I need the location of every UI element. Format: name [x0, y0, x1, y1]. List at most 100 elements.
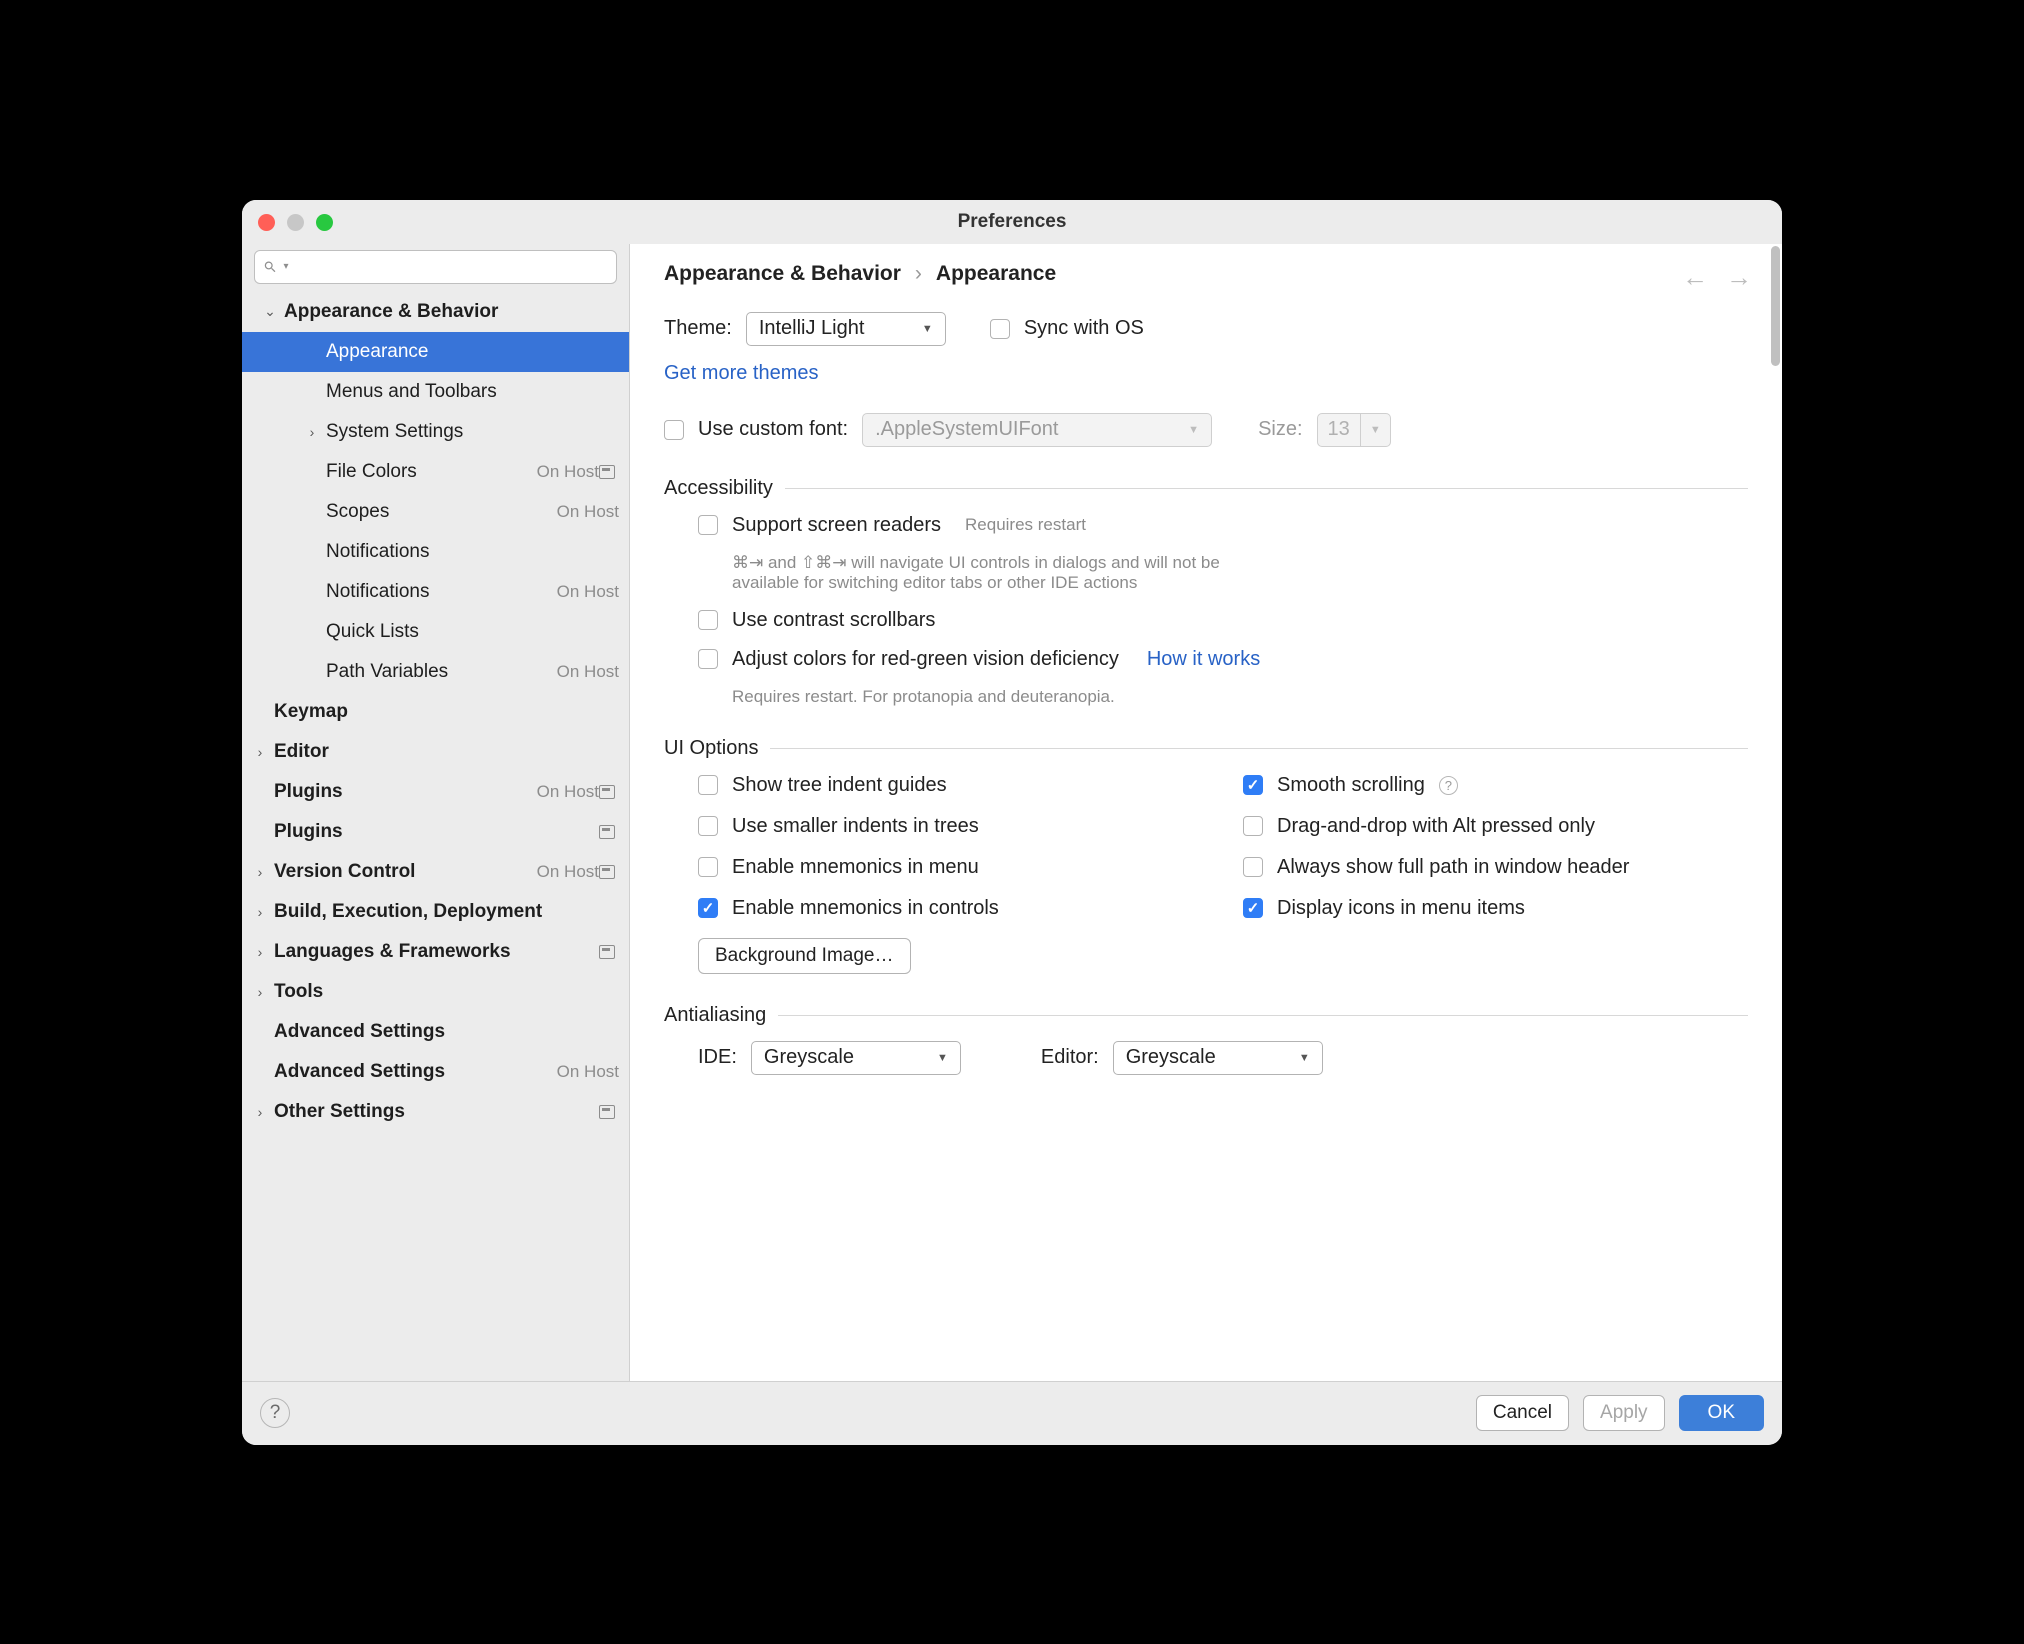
- aa-ide-value: Greyscale: [764, 1046, 854, 1069]
- enable-mnemonics-in-controls-checkbox[interactable]: [698, 898, 718, 918]
- sidebar-item-label: Path Variables: [326, 661, 549, 683]
- sidebar-item-appearance-behavior[interactable]: ⌄Appearance & Behavior: [242, 292, 629, 332]
- main-panel: ← → Appearance & Behavior › Appearance T…: [630, 244, 1782, 1381]
- sidebar-item-notifications[interactable]: NotificationsOn Host: [242, 572, 629, 612]
- ok-button[interactable]: OK: [1679, 1395, 1764, 1431]
- sidebar-item-label: Languages & Frameworks: [274, 941, 599, 963]
- sidebar-item-scopes[interactable]: ScopesOn Host: [242, 492, 629, 532]
- sidebar-item-other-settings[interactable]: ›Other Settings: [242, 1092, 629, 1132]
- aa-ide-label: IDE:: [698, 1046, 737, 1069]
- sidebar-item-menus-and-toolbars[interactable]: Menus and Toolbars: [242, 372, 629, 412]
- breadcrumb-current: Appearance: [936, 262, 1056, 286]
- theme-value: IntelliJ Light: [759, 317, 865, 340]
- aa-ide-select[interactable]: Greyscale ▼: [751, 1041, 961, 1075]
- traffic-lights: [258, 214, 333, 231]
- sidebar-item-keymap[interactable]: Keymap: [242, 692, 629, 732]
- sidebar-item-label: Tools: [274, 981, 619, 1003]
- cancel-button[interactable]: Cancel: [1476, 1395, 1569, 1431]
- sidebar-item-label: File Colors: [326, 461, 529, 483]
- drag-and-drop-with-alt-pressed-only-checkbox[interactable]: [1243, 816, 1263, 836]
- on-host-badge: On Host: [537, 462, 599, 482]
- project-scope-icon: [599, 945, 615, 959]
- use-smaller-indents-in-trees-label: Use smaller indents in trees: [732, 815, 979, 838]
- color-deficiency-label: Adjust colors for red-green vision defic…: [732, 648, 1119, 671]
- sidebar-item-build-execution-deployment[interactable]: ›Build, Execution, Deployment: [242, 892, 629, 932]
- chevron-right-icon: ›: [915, 262, 922, 286]
- window-title: Preferences: [958, 211, 1067, 233]
- background-image-button[interactable]: Background Image…: [698, 938, 911, 974]
- sidebar-item-advanced-settings[interactable]: Advanced Settings On Host: [242, 1052, 629, 1092]
- dialog-footer: ? Cancel Apply OK: [242, 1381, 1782, 1445]
- drag-and-drop-with-alt-pressed-only-label: Drag-and-drop with Alt pressed only: [1277, 815, 1595, 838]
- get-more-themes-link[interactable]: Get more themes: [664, 362, 819, 384]
- on-host-badge: On Host: [557, 1062, 619, 1082]
- sidebar-item-label: Plugins: [274, 781, 529, 803]
- theme-label: Theme:: [664, 317, 732, 340]
- on-host-badge: On Host: [557, 582, 619, 602]
- scrollbar-thumb[interactable]: [1771, 246, 1780, 366]
- sidebar-item-label: System Settings: [326, 421, 619, 443]
- sidebar-item-tools[interactable]: ›Tools: [242, 972, 629, 1012]
- sidebar-item-path-variables[interactable]: Path Variables On Host: [242, 652, 629, 692]
- sidebar-item-label: Appearance: [326, 341, 619, 363]
- project-scope-icon: [599, 825, 615, 839]
- screen-readers-help: ⌘⇥ and ⇧⌘⇥ will navigate UI controls in …: [698, 553, 1288, 593]
- use-smaller-indents-in-trees-checkbox[interactable]: [698, 816, 718, 836]
- breadcrumb-parent[interactable]: Appearance & Behavior: [664, 262, 901, 286]
- use-custom-font-checkbox[interactable]: [664, 420, 684, 440]
- search-field[interactable]: [295, 256, 608, 277]
- sync-os-checkbox[interactable]: [990, 319, 1010, 339]
- search-dropdown-icon[interactable]: ▾: [284, 261, 289, 272]
- enable-mnemonics-in-controls-label: Enable mnemonics in controls: [732, 897, 999, 920]
- sidebar-item-quick-lists[interactable]: Quick Lists: [242, 612, 629, 652]
- sidebar-item-editor[interactable]: ›Editor: [242, 732, 629, 772]
- sync-os-label: Sync with OS: [1024, 317, 1144, 340]
- screen-readers-checkbox[interactable]: [698, 515, 718, 535]
- sidebar-item-notifications[interactable]: Notifications: [242, 532, 629, 572]
- theme-select[interactable]: IntelliJ Light ▼: [746, 312, 946, 346]
- nav-back-icon[interactable]: ←: [1682, 262, 1708, 293]
- settings-tree: ⌄Appearance & Behavior Appearance Menus an…: [242, 292, 629, 1381]
- enable-mnemonics-in-menu-checkbox[interactable]: [698, 857, 718, 877]
- contrast-scrollbars-checkbox[interactable]: [698, 610, 718, 630]
- show-tree-indent-guides-label: Show tree indent guides: [732, 774, 947, 797]
- nav-forward-icon[interactable]: →: [1726, 262, 1752, 293]
- color-deficiency-checkbox[interactable]: [698, 649, 718, 669]
- how-it-works-link[interactable]: How it works: [1147, 648, 1260, 671]
- apply-button[interactable]: Apply: [1583, 1395, 1665, 1431]
- use-custom-font-label: Use custom font:: [698, 418, 848, 441]
- project-scope-icon: [599, 465, 615, 479]
- help-icon[interactable]: ?: [1439, 776, 1458, 795]
- chevron-down-icon: ▼: [1188, 424, 1199, 436]
- close-window-icon[interactable]: [258, 214, 275, 231]
- chevron-right-icon: ›: [246, 944, 274, 960]
- help-button[interactable]: ?: [260, 1398, 290, 1428]
- sidebar-item-languages-frameworks[interactable]: ›Languages & Frameworks: [242, 932, 629, 972]
- font-size-stepper: ▼: [1361, 413, 1391, 447]
- sidebar-item-label: Other Settings: [274, 1101, 599, 1123]
- sidebar-item-appearance[interactable]: Appearance: [242, 332, 629, 372]
- display-icons-in-menu-items-checkbox[interactable]: [1243, 898, 1263, 918]
- sidebar-item-file-colors[interactable]: File Colors On Host: [242, 452, 629, 492]
- sidebar-item-label: Plugins: [274, 821, 599, 843]
- sidebar-item-system-settings[interactable]: ›System Settings: [242, 412, 629, 452]
- divider: [785, 488, 1748, 489]
- sidebar-item-version-control[interactable]: ›Version ControlOn Host: [242, 852, 629, 892]
- on-host-badge: On Host: [557, 662, 619, 682]
- search-input[interactable]: ▾: [254, 250, 617, 284]
- aa-editor-select[interactable]: Greyscale ▼: [1113, 1041, 1323, 1075]
- always-show-full-path-in-window-header-checkbox[interactable]: [1243, 857, 1263, 877]
- sidebar-item-plugins[interactable]: Plugins: [242, 812, 629, 852]
- sidebar-item-advanced-settings[interactable]: Advanced Settings: [242, 1012, 629, 1052]
- sidebar-item-plugins[interactable]: PluginsOn Host: [242, 772, 629, 812]
- chevron-right-icon: ›: [298, 424, 326, 440]
- show-tree-indent-guides-checkbox[interactable]: [698, 775, 718, 795]
- smooth-scrolling-checkbox[interactable]: [1243, 775, 1263, 795]
- minimize-window-icon[interactable]: [287, 214, 304, 231]
- aa-editor-value: Greyscale: [1126, 1046, 1216, 1069]
- chevron-right-icon: ›: [246, 864, 274, 880]
- screen-readers-note: Requires restart: [965, 515, 1086, 535]
- zoom-window-icon[interactable]: [316, 214, 333, 231]
- font-select: .AppleSystemUIFont ▼: [862, 413, 1212, 447]
- sidebar-item-label: Advanced Settings: [274, 1061, 549, 1083]
